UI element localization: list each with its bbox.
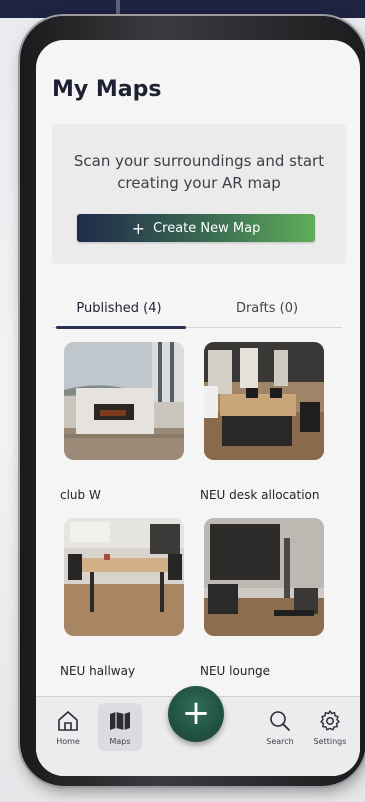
map-thumbnail[interactable] — [64, 342, 184, 460]
home-icon — [58, 711, 78, 731]
add-map-fab[interactable]: + — [168, 686, 224, 742]
plus-icon: + — [181, 693, 211, 733]
map-thumbnail[interactable] — [64, 518, 184, 636]
map-icon — [110, 712, 130, 730]
nav-label-settings: Settings — [313, 737, 347, 746]
search-icon — [270, 711, 290, 731]
map-thumbnail[interactable] — [204, 518, 324, 636]
active-tab-indicator — [56, 326, 186, 329]
thumbnail-image-neu-hallway — [64, 518, 184, 636]
map-thumbnail[interactable] — [204, 342, 324, 460]
thumbnail-image-club-w — [64, 342, 184, 460]
create-new-map-button[interactable]: + Create New Map — [77, 214, 315, 242]
nav-item-home[interactable]: Home — [46, 703, 90, 751]
scan-description: Scan your surroundings and start creatin… — [73, 152, 325, 192]
page-title: My Maps — [52, 77, 162, 102]
tab-published[interactable]: Published (4) — [52, 290, 186, 326]
plus-icon: + — [131, 218, 146, 238]
nav-label-search: Search — [266, 737, 294, 746]
nav-item-search[interactable]: Search — [258, 703, 302, 751]
create-new-map-label: Create New Map — [153, 220, 261, 236]
map-name-neu-hallway: NEU hallway — [60, 664, 136, 678]
gear-icon — [320, 710, 340, 731]
nav-item-maps[interactable]: Maps — [98, 703, 142, 751]
nav-label-home: Home — [56, 737, 80, 746]
nav-label-maps: Maps — [109, 737, 131, 746]
nav-item-settings[interactable]: Settings — [308, 703, 352, 751]
app-screen: My Maps Scan your surroundings and start… — [36, 40, 360, 776]
map-name-neu-lounge: NEU lounge — [200, 664, 271, 678]
create-map-card: Scan your surroundings and start creatin… — [52, 124, 346, 264]
map-name-club-w: club W — [60, 488, 101, 502]
tab-drafts[interactable]: Drafts (0) — [202, 290, 332, 326]
map-tabs: Published (4) Drafts (0) — [52, 290, 342, 330]
thumbnail-image-neu-lounge — [204, 518, 324, 636]
map-name-neu-desk-allocation: NEU desk allocation — [200, 488, 320, 502]
thumbnail-image-neu-desk-allocation — [204, 342, 324, 460]
